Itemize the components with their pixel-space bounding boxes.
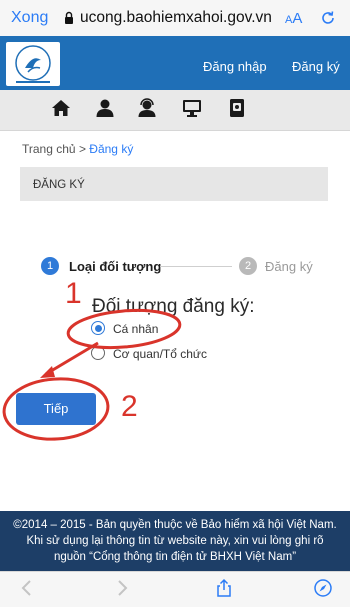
step-2-indicator: 2 <box>239 257 257 275</box>
monitor-icon[interactable] <box>181 97 203 119</box>
footer-source: nguồn “Cổng thông tin điện tử BHXH Việt … <box>53 551 297 563</box>
step-connector <box>160 266 232 267</box>
logo-emblem-icon <box>15 45 51 83</box>
document-icon[interactable] <box>226 97 248 119</box>
radio-organization[interactable] <box>91 346 105 360</box>
done-button[interactable]: Xong <box>11 9 48 27</box>
support-icon[interactable] <box>136 97 158 119</box>
share-icon[interactable] <box>214 578 234 598</box>
next-button[interactable]: Tiếp <box>16 393 96 425</box>
lock-icon <box>65 11 73 24</box>
home-icon[interactable] <box>50 97 72 119</box>
breadcrumb-home[interactable]: Trang chủ <box>22 142 76 156</box>
reader-text-size-button[interactable]: AA <box>285 10 302 27</box>
subject-type-heading: Đối tượng đăng ký: <box>92 296 255 317</box>
step-2-label: Đăng ký <box>265 259 313 274</box>
step-1-indicator: 1 <box>41 257 59 275</box>
annotation-number-1: 1 <box>65 277 82 310</box>
breadcrumb: Trang chủ > Đăng ký <box>22 142 133 156</box>
step-1-label: Loại đối tượng <box>69 259 162 274</box>
forward-icon[interactable] <box>112 578 132 598</box>
aa-large: A <box>292 10 303 27</box>
address-bar[interactable]: ucong.baohiemxahoi.gov.vn <box>80 9 272 27</box>
user-icon[interactable] <box>94 97 116 119</box>
reload-icon[interactable] <box>320 10 336 26</box>
browser-toolbar <box>0 571 350 607</box>
compass-icon[interactable] <box>313 578 333 598</box>
register-link[interactable]: Đăng ký <box>292 59 340 74</box>
page-title: ĐĂNG KÝ <box>33 179 85 191</box>
radio-individual[interactable] <box>91 321 105 335</box>
site-footer: ©2014 – 2015 - Bản quyền thuộc về Bảo hi… <box>0 511 350 571</box>
footer-copyright: ©2014 – 2015 - Bản quyền thuộc về Bảo hi… <box>13 519 337 531</box>
annotation-number-2: 2 <box>121 390 138 423</box>
footer-notice: Khi sử dụng lại thông tin từ website này… <box>26 535 324 547</box>
annotation-arrow-line <box>45 341 99 376</box>
login-link[interactable]: Đăng nhập <box>203 59 267 74</box>
breadcrumb-separator: > <box>78 142 86 156</box>
radio-individual-label[interactable]: Cá nhân <box>113 322 158 336</box>
annotation-arrow-head <box>40 366 55 378</box>
breadcrumb-current[interactable]: Đăng ký <box>89 142 133 156</box>
back-icon[interactable] <box>17 578 37 598</box>
radio-organization-label[interactable]: Cơ quan/Tổ chức <box>113 347 207 361</box>
bhxh-logo[interactable] <box>6 42 60 86</box>
